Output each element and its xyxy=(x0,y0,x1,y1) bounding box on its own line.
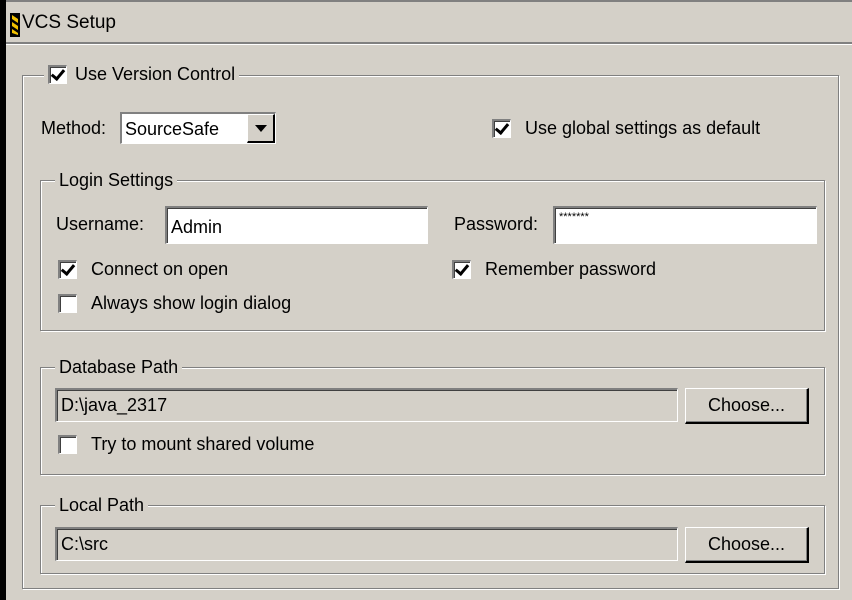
connect-on-open-checkbox[interactable] xyxy=(58,259,77,279)
login-settings-legend: Login Settings xyxy=(55,169,178,191)
use-global-settings-checkbox[interactable] xyxy=(492,118,511,138)
remember-password-row: Remember password xyxy=(452,258,656,280)
local-path-legend: Local Path xyxy=(55,494,149,516)
window-left-border xyxy=(0,0,6,600)
password-label: Password: xyxy=(454,214,539,234)
local-path-field[interactable]: C:\src xyxy=(55,527,678,561)
method-select-value: SourceSafe xyxy=(125,118,220,139)
title-separator xyxy=(6,44,852,45)
username-label: Username: xyxy=(56,214,145,234)
remember-password-label: Remember password xyxy=(485,259,657,279)
window-title: VCS Setup xyxy=(22,12,116,33)
app-icon xyxy=(10,13,20,37)
always-show-login-row: Always show login dialog xyxy=(58,292,291,314)
use-version-control-label: Use Version Control xyxy=(75,64,236,84)
version-control-legend: Use Version Control xyxy=(44,63,240,85)
always-show-login-checkbox[interactable] xyxy=(58,293,77,313)
local-choose-button[interactable]: Choose... xyxy=(685,527,809,563)
use-global-settings-label: Use global settings as default xyxy=(525,118,761,138)
title-bar[interactable] xyxy=(6,2,852,44)
password-field[interactable]: ******* xyxy=(553,206,817,244)
username-field[interactable]: Admin xyxy=(165,206,428,244)
connect-on-open-row: Connect on open xyxy=(58,258,228,280)
mount-shared-label: Try to mount shared volume xyxy=(91,434,315,454)
database-path-field[interactable]: D:\java_2317 xyxy=(55,388,678,422)
use-version-control-checkbox[interactable] xyxy=(48,64,67,84)
database-choose-button[interactable]: Choose... xyxy=(685,388,809,424)
mount-shared-checkbox[interactable] xyxy=(58,434,77,454)
database-path-legend: Database Path xyxy=(55,356,183,378)
connect-on-open-label: Connect on open xyxy=(91,259,229,279)
method-select[interactable]: SourceSafe xyxy=(120,112,276,144)
use-global-settings-row: Use global settings as default xyxy=(492,117,760,139)
method-label: Method: xyxy=(41,118,107,138)
remember-password-checkbox[interactable] xyxy=(452,259,471,279)
chevron-down-icon[interactable] xyxy=(247,114,275,143)
mount-shared-row: Try to mount shared volume xyxy=(58,433,314,455)
always-show-login-label: Always show login dialog xyxy=(91,293,292,313)
